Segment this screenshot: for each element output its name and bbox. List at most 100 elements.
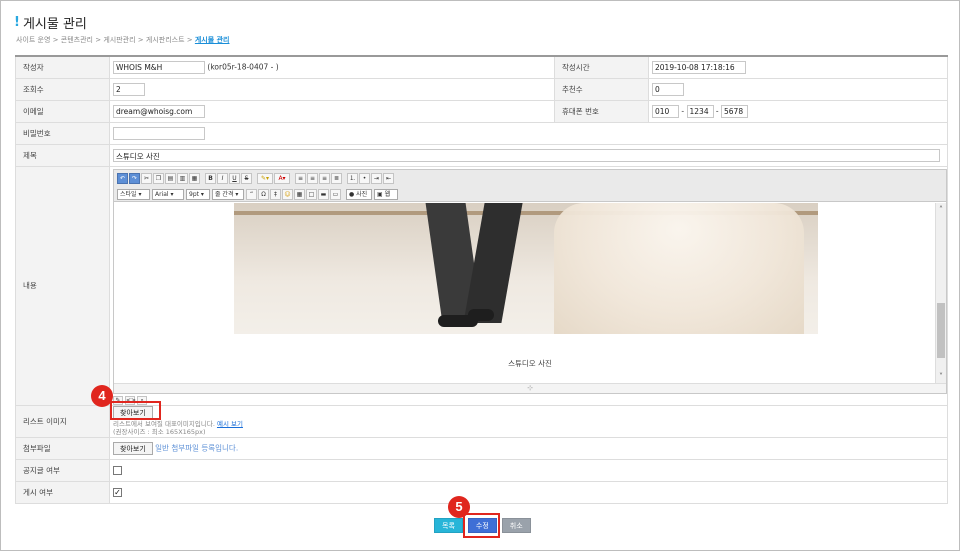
breadcrumb-item[interactable]: 콘텐츠관리 (61, 36, 93, 44)
notice-checkbox[interactable] (113, 465, 122, 475)
web-button[interactable]: ▣ 웹 (374, 189, 398, 200)
hr-icon[interactable]: ‡ (270, 189, 281, 200)
breadcrumb-sep: > (137, 36, 144, 44)
phone-3-input[interactable]: 5678 (721, 104, 748, 118)
publish-checkbox[interactable]: ✓ (113, 487, 122, 497)
publish-label: 게시 여부 (15, 480, 110, 504)
paste-text-icon[interactable]: ▥ (177, 173, 188, 184)
recommend-label: 추천수 (554, 77, 649, 101)
box-icon[interactable]: □ (306, 189, 317, 200)
unordered-list-icon[interactable]: • (359, 173, 370, 184)
align-justify-icon[interactable]: ≣ (331, 173, 342, 184)
page-title: ! 게시물 관리 (14, 13, 87, 32)
breadcrumb-current[interactable]: 게시물 관리 (195, 36, 230, 44)
scroll-down-icon[interactable]: ˅ (936, 372, 946, 381)
bold-button[interactable]: B (205, 173, 216, 184)
font-select[interactable]: Arial ▾ (152, 189, 184, 200)
undo-icon[interactable]: ↶ (117, 173, 128, 184)
table-icon[interactable]: ▦ (294, 189, 305, 200)
outdent-icon[interactable]: ⇤ (383, 173, 394, 184)
subject-input[interactable]: 스튜디오 사진 (113, 148, 940, 162)
special-char-icon[interactable]: Ω (258, 189, 269, 200)
password-input[interactable] (113, 126, 205, 140)
cut-icon[interactable]: ✂ (141, 173, 152, 184)
phone-dash: - (715, 106, 719, 115)
highlight-color-icon[interactable]: ✎▾ (257, 173, 273, 184)
attachment-hint: 일반 첨부파일 등록입니다. (155, 443, 239, 452)
editor-scrollbar[interactable]: ˄ ˅ (935, 202, 946, 383)
breadcrumb-item[interactable]: 게시판관리 (103, 36, 135, 44)
scroll-thumb[interactable] (937, 302, 945, 358)
list-image-size-hint: (권장사이즈 : 최소 165X165px) (113, 428, 206, 436)
author-input[interactable]: WHOIS M&H (113, 60, 205, 74)
breadcrumb: 사이트 운영 > 콘텐츠관리 > 게시판관리 > 게시판리스트 > 게시물 관리 (16, 35, 230, 45)
paste-icon[interactable]: ▤ (165, 173, 176, 184)
cancel-button[interactable]: 취소 (501, 518, 531, 533)
example-link[interactable]: 예시 보기 (217, 420, 243, 428)
breadcrumb-sep: > (186, 36, 193, 44)
underline-button[interactable]: U (229, 173, 240, 184)
link-icon[interactable]: ▬ (318, 189, 329, 200)
italic-button[interactable]: I (217, 173, 228, 184)
align-center-icon[interactable]: ≡ (307, 173, 318, 184)
editor-resize-handle[interactable]: ⊹ (114, 382, 946, 393)
breadcrumb-sep: > (95, 36, 102, 44)
breadcrumb-sep: > (52, 36, 59, 44)
font-color-icon[interactable]: A▾ (274, 173, 290, 184)
quote-icon[interactable]: “ (246, 189, 257, 200)
phone-2-input[interactable]: 1234 (686, 104, 714, 118)
indent-icon[interactable]: ⇥ (371, 173, 382, 184)
title-marker-icon: ! (14, 15, 20, 30)
editor-mode-bar: ✎ <> ⌕ (113, 395, 947, 405)
views-input[interactable]: 2 (113, 82, 145, 96)
phone-1-input[interactable]: 010 (652, 104, 679, 118)
emoticon-icon[interactable]: ☺ (282, 189, 293, 200)
notice-label: 공지글 여부 (15, 458, 110, 482)
scroll-up-icon[interactable]: ˄ (936, 205, 946, 214)
list-image-label: 리스트 이미지 (15, 404, 110, 438)
email-label: 이메일 (15, 99, 110, 123)
unlink-icon[interactable]: ▭ (330, 189, 341, 200)
content-label: 내용 (15, 165, 110, 406)
list-image-hint: 리스트에서 보여질 대표이미지입니다. (113, 420, 215, 428)
phone-dash: - (681, 106, 685, 115)
attachment-find-button[interactable]: 찾아보기 (113, 441, 153, 455)
align-left-icon[interactable]: ≡ (295, 173, 306, 184)
subject-label: 제목 (15, 143, 110, 167)
editor-content-area[interactable]: 스튜디오 사진 ˄ ˅ (114, 202, 946, 383)
step5-highlight (463, 513, 500, 538)
size-select[interactable]: 9pt ▾ (186, 189, 210, 200)
step5-badge: 5 (448, 496, 470, 518)
studio-photo (234, 202, 818, 334)
author-label: 작성자 (15, 55, 110, 79)
step4-badge: 4 (91, 385, 113, 407)
photo-caption: 스튜디오 사진 (508, 358, 552, 368)
toolbar-row-2: 스타일 ▾ Arial ▾ 9pt ▾ 줄 간격 ▾ “ Ω ‡ ☺ ▦ □ ▬… (117, 188, 943, 202)
line-height-select[interactable]: 줄 간격 ▾ (212, 189, 244, 200)
author-id: (kor05r-18-0407 - ) (207, 62, 279, 72)
list-button[interactable]: 목록 (434, 518, 463, 533)
page-title-text: 게시물 관리 (22, 17, 87, 32)
created-label: 작성시간 (554, 55, 649, 79)
ordered-list-icon[interactable]: ⒈ (347, 173, 358, 184)
attachment-label: 첨부파일 (15, 436, 110, 460)
toolbar-row-1: ↶ ↷ ✂ ❐ ▤ ▥ ▦ B I U S ✎▾ A▾ ≡ ≡ ≡ ≣ ⒈ • … (117, 172, 943, 186)
page-frame: ! 게시물 관리 사이트 운영 > 콘텐츠관리 > 게시판관리 > 게시판리스트… (0, 0, 960, 551)
email-input[interactable]: dream@whoisg.com (113, 104, 205, 118)
paste-word-icon[interactable]: ▦ (189, 173, 200, 184)
strike-button[interactable]: S (241, 173, 252, 184)
align-right-icon[interactable]: ≡ (319, 173, 330, 184)
step4-highlight (110, 401, 161, 420)
breadcrumb-item[interactable]: 사이트 운영 (16, 36, 50, 44)
recommend-input[interactable]: 0 (652, 82, 684, 96)
copy-icon[interactable]: ❐ (153, 173, 164, 184)
redo-icon[interactable]: ↷ (129, 173, 140, 184)
created-input[interactable]: 2019-10-08 17:18:16 (652, 60, 746, 74)
breadcrumb-item[interactable]: 게시판리스트 (146, 36, 185, 44)
phone-label: 휴대폰 번호 (554, 99, 649, 123)
style-select[interactable]: 스타일 ▾ (117, 189, 150, 200)
editor-toolbar: ↶ ↷ ✂ ❐ ▤ ▥ ▦ B I U S ✎▾ A▾ ≡ ≡ ≡ ≣ ⒈ • … (114, 169, 946, 202)
rich-text-editor: ↶ ↷ ✂ ❐ ▤ ▥ ▦ B I U S ✎▾ A▾ ≡ ≡ ≡ ≣ ⒈ • … (113, 168, 947, 394)
photo-button[interactable]: ● 사진 (346, 189, 372, 200)
password-label: 비밀번호 (15, 121, 110, 145)
